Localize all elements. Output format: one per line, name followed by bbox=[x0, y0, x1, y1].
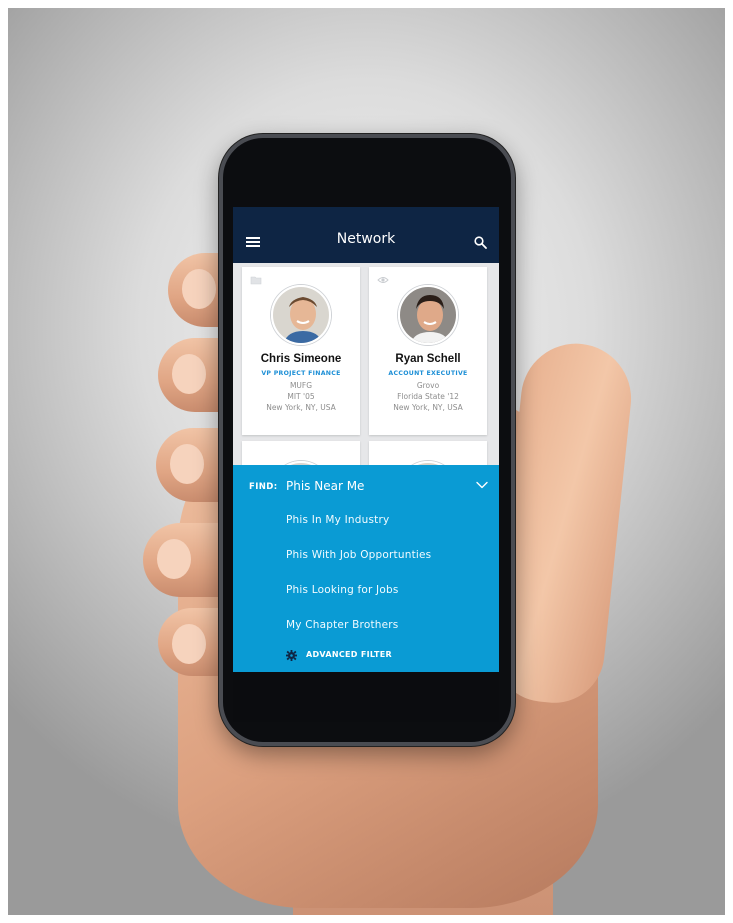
find-option[interactable]: Phis Looking for Jobs bbox=[286, 584, 399, 596]
advanced-filter-label: ADVANCED FILTER bbox=[306, 650, 392, 659]
avatar bbox=[398, 285, 458, 345]
find-option[interactable]: Phis In My Industry bbox=[286, 514, 389, 526]
page-title: Network bbox=[336, 231, 396, 247]
find-label: FIND: bbox=[249, 482, 278, 492]
eye-icon bbox=[377, 277, 389, 283]
card-school: MIT '05 bbox=[287, 392, 315, 401]
find-option[interactable]: My Chapter Brothers bbox=[286, 619, 398, 631]
card-name: Chris Simeone bbox=[260, 353, 342, 365]
phone-bezel-bottom bbox=[233, 672, 499, 722]
find-sheet: FIND: Phis Near Me Phis In My Industry P… bbox=[233, 465, 499, 672]
find-selected-option[interactable]: Phis Near Me bbox=[286, 479, 364, 493]
avatar bbox=[271, 285, 331, 345]
card-company: Grovo bbox=[416, 381, 440, 390]
card-school: Florida State '12 bbox=[397, 392, 459, 401]
advanced-filter-button[interactable]: ADVANCED FILTER bbox=[286, 649, 416, 663]
profile-card[interactable]: Chris Simeone VP PROJECT FINANCE MUFG MI… bbox=[242, 267, 360, 435]
search-icon[interactable] bbox=[474, 236, 487, 249]
card-name: Ryan Schell bbox=[395, 353, 461, 365]
card-location: New York, NY, USA bbox=[266, 403, 336, 412]
find-option[interactable]: Phis With Job Opportunties bbox=[286, 549, 431, 561]
folder-icon bbox=[250, 276, 262, 285]
profile-card[interactable]: Ryan Schell ACCOUNT EXECUTIVE Grovo Flor… bbox=[369, 267, 487, 435]
card-role: VP PROJECT FINANCE bbox=[261, 370, 341, 377]
card-role: ACCOUNT EXECUTIVE bbox=[388, 370, 468, 377]
app-screen: Network Chris Simeone VP PROJECT FINANCE… bbox=[233, 207, 499, 672]
card-location: New York, NY, USA bbox=[393, 403, 463, 412]
gear-icon bbox=[286, 650, 297, 661]
top-bar: Network bbox=[233, 207, 499, 263]
chevron-down-icon[interactable] bbox=[476, 481, 488, 489]
card-company: MUFG bbox=[289, 381, 313, 390]
